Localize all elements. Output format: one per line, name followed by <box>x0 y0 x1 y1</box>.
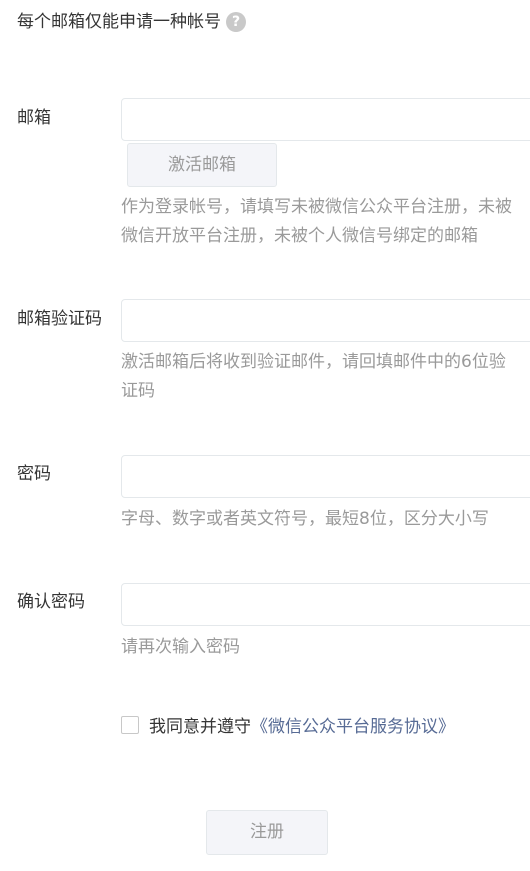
agreement-link[interactable]: 《微信公众平台服务协议》 <box>251 712 455 737</box>
register-button[interactable]: 注册 <box>206 810 328 855</box>
password-label: 密码 <box>17 464 51 484</box>
confirm-password-label: 确认密码 <box>17 592 85 612</box>
notice-text: 每个邮箱仅能申请一种帐号 <box>17 12 221 32</box>
agreement-checkbox[interactable] <box>121 715 139 734</box>
email-label: 邮箱 <box>17 108 51 128</box>
agreement: 我同意并遵守 《微信公众平台服务协议》 <box>121 712 455 737</box>
agreement-text: 我同意并遵守 <box>149 717 251 737</box>
help-icon[interactable]: ? <box>226 12 246 32</box>
email-input[interactable] <box>121 98 530 141</box>
email-tip: 作为登录帐号，请填写未被微信公众平台注册，未被微信开放平台注册，未被个人微信号绑… <box>121 197 512 246</box>
register-form-page: 每个邮箱仅能申请一种帐号 ? 邮箱 激活邮箱 作为登录帐号，请填写未被微信公众平… <box>0 0 530 871</box>
password-tip: 字母、数字或者英文符号，最短8位，区分大小写 <box>121 509 489 529</box>
notice: 每个邮箱仅能申请一种帐号 ? <box>17 10 246 34</box>
activate-email-button[interactable]: 激活邮箱 <box>127 143 277 187</box>
password-input[interactable] <box>121 455 530 498</box>
confirm-password-input[interactable] <box>121 583 530 626</box>
confirm-password-tip: 请再次输入密码 <box>121 637 240 657</box>
email-code-input[interactable] <box>121 299 530 342</box>
email-code-tip: 激活邮箱后将收到验证邮件，请回填邮件中的6位验证码 <box>121 352 506 401</box>
email-code-label: 邮箱验证码 <box>17 309 102 329</box>
